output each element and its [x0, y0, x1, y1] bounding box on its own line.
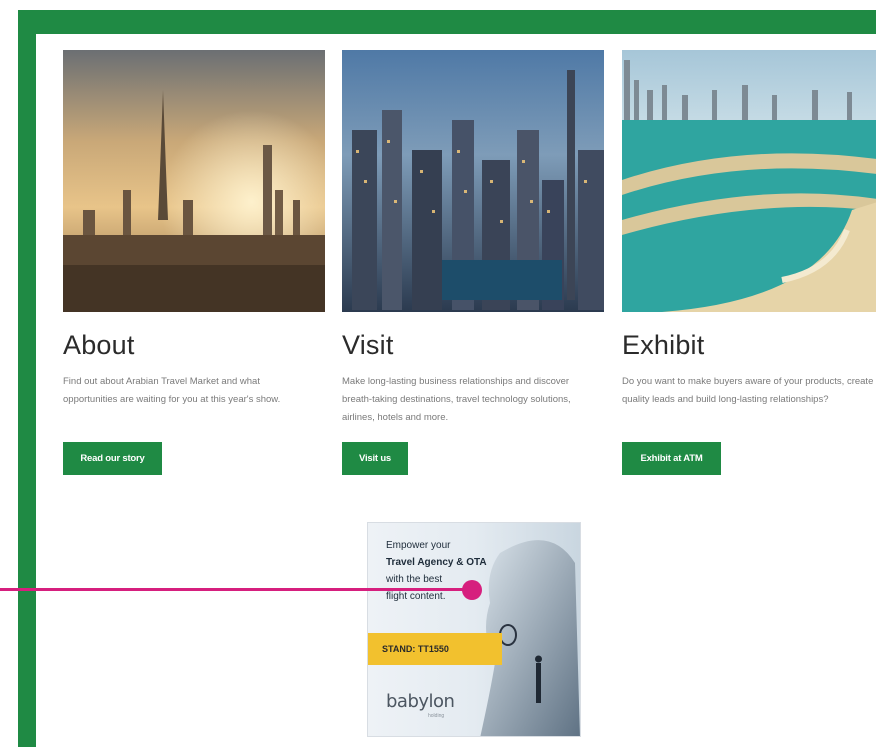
exhibit-image: [622, 50, 876, 312]
babylon-logo: babylon: [386, 691, 455, 712]
ad-line-1: Empower your: [386, 540, 451, 551]
ad-line-3: with the best: [386, 574, 443, 585]
annotation-pointer-dot: [462, 580, 482, 600]
about-title: About: [63, 330, 135, 360]
exhibit-title: Exhibit: [622, 330, 705, 360]
green-frame-top: [18, 10, 876, 34]
babylon-logo-subtitle: holding: [428, 713, 445, 719]
exhibit-at-atm-button[interactable]: Exhibit at ATM: [622, 442, 721, 475]
visit-us-button[interactable]: Visit us: [342, 442, 408, 475]
visit-title: Visit: [342, 330, 394, 360]
ad-stand-label: STAND: TT1550: [368, 633, 502, 665]
about-description: Find out about Arabian Travel Market and…: [63, 376, 281, 405]
about-image: [63, 50, 325, 312]
visit-description: Make long-lasting business relationships…: [342, 376, 571, 423]
ad-headline: Empower your Travel Agency & OTA with th…: [386, 537, 516, 605]
babylon-ad-banner[interactable]: Empower your Travel Agency & OTA with th…: [367, 522, 581, 737]
read-our-story-button[interactable]: Read our story: [63, 442, 162, 475]
about-card: About Find out about Arabian Travel Mark…: [63, 50, 325, 409]
exhibit-card: Exhibit Do you want to make buyers aware…: [622, 50, 876, 409]
ad-line-2: Travel Agency & OTA: [386, 557, 487, 568]
annotation-pointer-line: [0, 588, 472, 591]
visit-image: [342, 50, 604, 312]
green-frame-left: [18, 10, 36, 747]
exhibit-description: Do you want to make buyers aware of your…: [622, 376, 874, 405]
visit-card: Visit Make long-lasting business relatio…: [342, 50, 604, 427]
